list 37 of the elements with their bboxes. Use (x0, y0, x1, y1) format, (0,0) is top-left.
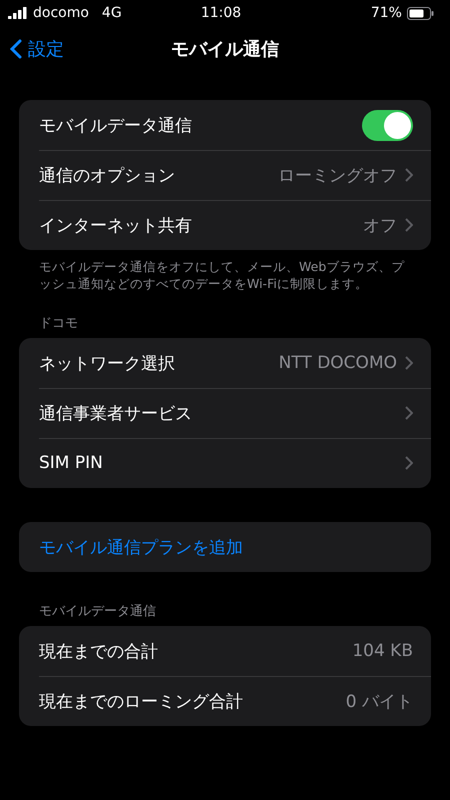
settings-row[interactable]: 通信事業者サービス (19, 388, 431, 438)
row-label: 現在までの合計 (39, 640, 158, 662)
carrier-name: docomo (33, 5, 89, 21)
chevron-icon (405, 406, 413, 420)
row-value: 104 KB (352, 641, 413, 661)
signal-icon (8, 7, 28, 19)
add-plan-link[interactable]: モバイル通信プランを追加 (39, 536, 243, 558)
row-label: 通信のオプション (39, 164, 175, 186)
row-label: ネットワーク選択 (39, 352, 175, 374)
section-header: ドコモ (38, 315, 79, 333)
row-value: NTT DOCOMO (278, 353, 397, 373)
row-value: ローミングオフ (278, 164, 397, 186)
row-label: SIM PIN (39, 453, 103, 473)
settings-row[interactable]: インターネット共有 オフ (19, 200, 431, 250)
section-header: モバイルデータ通信 (38, 603, 157, 621)
back-button[interactable]: 設定 (10, 37, 64, 61)
settings-row[interactable]: SIM PIN (19, 438, 431, 488)
row-label: 通信事業者サービス (39, 402, 192, 424)
clock: 11:08 (200, 5, 242, 21)
back-chevron-icon (10, 39, 22, 59)
network-type: 4G (102, 5, 122, 21)
page-title: モバイル通信 (171, 38, 279, 61)
chevron-icon (405, 356, 413, 370)
row-label: モバイルデータ通信 (39, 114, 192, 136)
chevron-icon (405, 168, 413, 182)
chevron-icon (405, 218, 413, 232)
battery-icon (406, 6, 434, 20)
settings-row[interactable]: 通信のオプション ローミングオフ (19, 150, 431, 200)
chevron-icon (405, 456, 413, 470)
row-value: オフ (363, 214, 397, 236)
battery-percent: 71% (370, 5, 402, 21)
row-label: 現在までのローミング合計 (39, 690, 243, 712)
settings-row[interactable]: ネットワーク選択 NTT DOCOMO (19, 338, 431, 388)
row-value: 0 バイト (346, 690, 413, 712)
section-footer: モバイルデータ通信をオフにして、メール、Webブラウズ、プッシュ通知などのすべてのデータをWi-Fiに制限します。 (19, 250, 431, 292)
row-label: インターネット共有 (39, 214, 192, 236)
toggle-switch[interactable] (362, 110, 413, 140)
